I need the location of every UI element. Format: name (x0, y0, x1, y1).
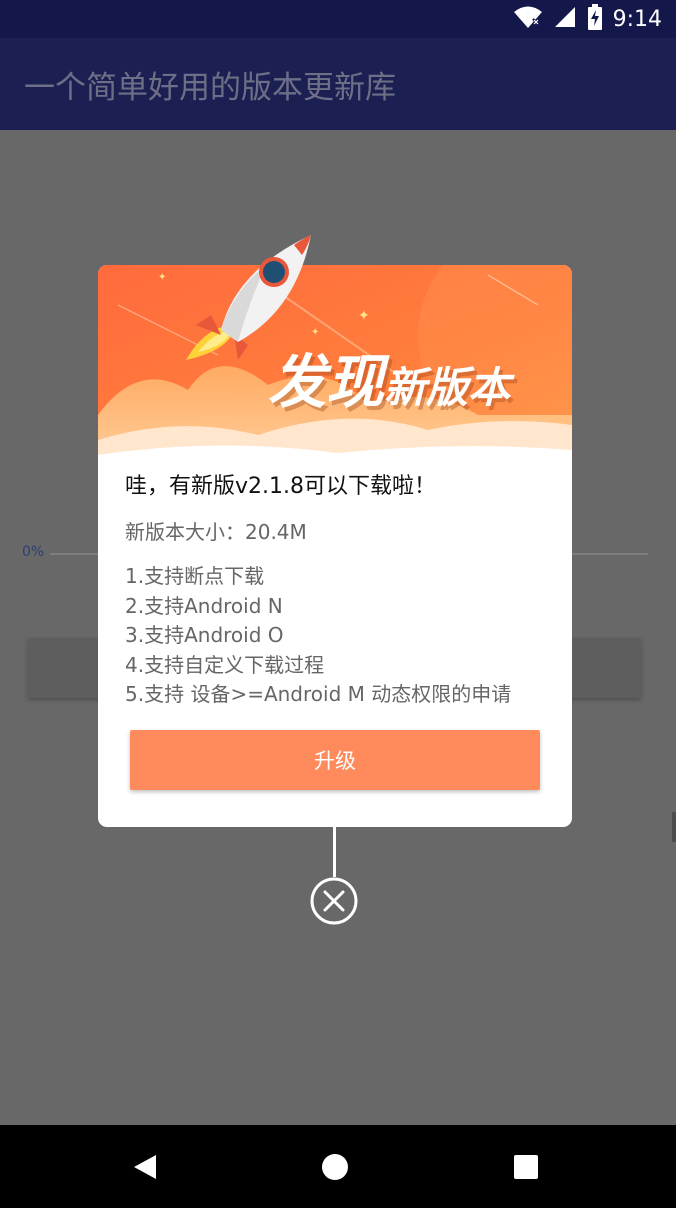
progress-label: 0% (22, 544, 45, 560)
dialog-content: 哇，有新版v2.1.8可以下载啦！ 新版本大小：20.4M 1.支持断点下载 2… (125, 470, 555, 710)
close-connector-line (333, 827, 336, 877)
wifi-icon (513, 5, 543, 33)
update-headline: 哇，有新版v2.1.8可以下载啦！ (125, 474, 436, 499)
svg-text:✦: ✦ (358, 308, 370, 324)
release-note-item: 2.支持Android N (125, 593, 283, 618)
status-bar: 9:14 (0, 0, 676, 38)
dialog-banner: ✦ ✦ ✦ 发现新版本 (98, 265, 572, 470)
signal-icon (553, 5, 577, 33)
svg-text:✦: ✦ (158, 272, 166, 283)
battery-charging-icon (587, 4, 603, 34)
rocket-icon (176, 230, 326, 370)
back-icon[interactable] (125, 1149, 165, 1185)
close-icon[interactable] (310, 877, 358, 925)
status-icons: 9:14 (513, 4, 662, 34)
scroll-indicator (672, 812, 676, 842)
home-icon[interactable] (315, 1149, 355, 1185)
banner-title-small: 新版本 (384, 363, 511, 412)
clock: 9:14 (612, 6, 662, 32)
recents-icon[interactable] (506, 1149, 546, 1185)
release-note-item: 1.支持断点下载 (125, 564, 265, 588)
release-note-item: 4.支持自定义下载过程 (125, 652, 325, 677)
release-note-item: 5.支持 设备>=Android M 动态权限的申请 (125, 682, 512, 706)
update-size: 新版本大小：20.4M (125, 520, 307, 544)
app-title: 一个简单好用的版本更新库 (24, 70, 396, 106)
app-bar: 一个简单好用的版本更新库 (0, 38, 676, 130)
navigation-bar (0, 1125, 676, 1208)
update-dialog: ✦ ✦ ✦ 发现新版本 哇，有新版v2.1.8可以下载啦！ 新版本大小：20.4… (98, 235, 572, 827)
release-notes: 1.支持断点下载 2.支持Android N 3.支持Android O 4.支… (125, 562, 555, 710)
upgrade-button[interactable]: 升级 (130, 730, 540, 790)
release-note-item: 3.支持Android O (125, 623, 284, 647)
